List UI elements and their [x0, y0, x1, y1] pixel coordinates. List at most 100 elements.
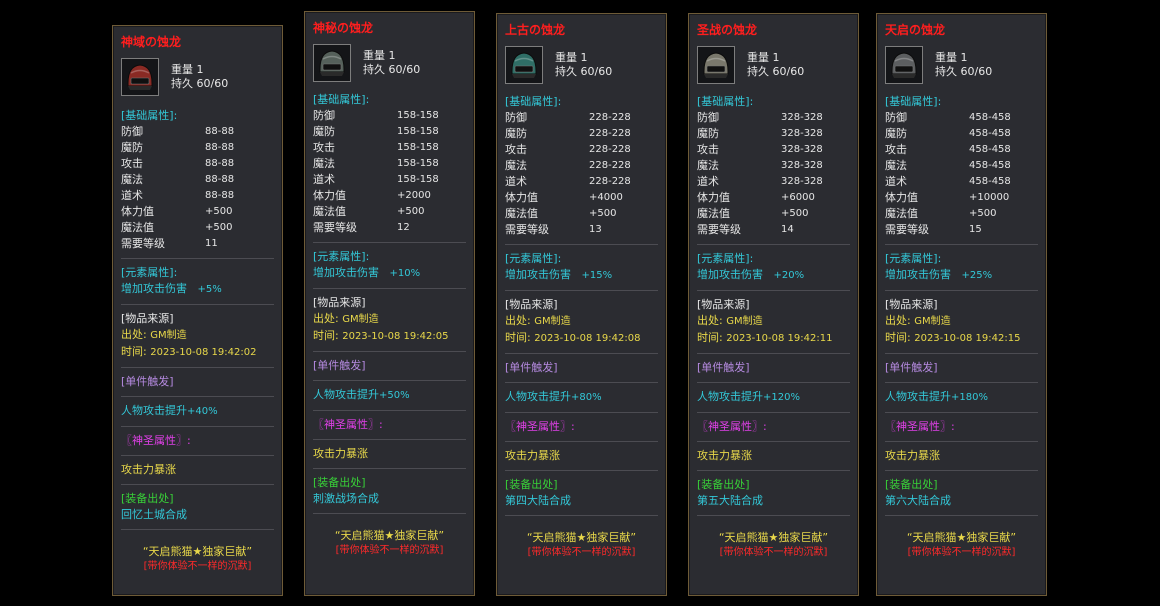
single-trigger-label: [单件触发]: [505, 361, 558, 374]
durability-label: 持久: [363, 63, 385, 76]
attack-boost-label: 人物攻击提升: [313, 388, 379, 401]
stat-value: 13: [589, 224, 602, 235]
element-attr-label: [元素属性]:: [313, 250, 370, 263]
attack-boost-label: 人物攻击提升: [121, 404, 187, 417]
stat-value: 228-228: [589, 160, 631, 171]
stat-value: 88-88: [205, 158, 235, 169]
element-effect: 增加攻击伤害: [121, 282, 187, 295]
element-attr-label: [元素属性]:: [885, 252, 942, 265]
stat-name: 道术: [885, 175, 907, 188]
source-attr-label: [物品来源]: [121, 312, 174, 325]
holy-attr-label: 〖神圣属性〗:: [505, 420, 575, 433]
stat-name: 道术: [505, 175, 527, 188]
item-name: 天启の蚀龙: [885, 23, 946, 37]
durability-label: 持久: [555, 65, 577, 78]
stat-value: 228-228: [589, 112, 631, 123]
stat-value: 88-88: [205, 174, 235, 185]
single-trigger-label: [单件触发]: [885, 361, 938, 374]
stat-value: 458-458: [969, 144, 1011, 155]
helmet-image: [314, 45, 350, 81]
attack-boost-value: +80%: [571, 392, 602, 403]
item-name: 上古の蚀龙: [505, 23, 566, 37]
attack-boost-label: 人物攻击提升: [505, 390, 571, 403]
element-attr-label: [元素属性]:: [697, 252, 754, 265]
stat-value: 228-228: [589, 128, 631, 139]
helmet-image: [698, 47, 734, 83]
weight-value: 1: [388, 49, 396, 62]
durability-value: 60/60: [772, 65, 805, 78]
holy-effect: 攻击力暴涨: [313, 447, 368, 460]
stat-value: +500: [781, 208, 809, 219]
attack-boost-value: +180%: [951, 392, 988, 403]
element-effect: 增加攻击伤害: [505, 268, 571, 281]
time-value: 2023-10-08 19:42:08: [534, 333, 641, 344]
stat-name: 体力值: [121, 205, 154, 218]
stat-name: 魔防: [121, 141, 143, 154]
helmet-icon[interactable]: [313, 44, 351, 82]
stat-name: 魔防: [885, 127, 907, 140]
stat-value: 158-158: [397, 126, 439, 137]
weight-label: 重量: [555, 51, 577, 64]
stat-value: 158-158: [397, 158, 439, 169]
stat-name: 防御: [697, 111, 719, 124]
time-value: 2023-10-08 19:42:15: [914, 333, 1021, 344]
time-label: 时间:: [313, 329, 339, 342]
time-label: 时间:: [121, 345, 147, 358]
single-trigger-label: [单件触发]: [697, 361, 750, 374]
durability-value: 60/60: [196, 77, 229, 90]
element-value: +25%: [961, 270, 993, 281]
weight-value: 1: [960, 51, 968, 64]
footer-tagline: [带你体验不一样的沉默]: [143, 561, 252, 572]
element-effect: 增加攻击伤害: [885, 268, 951, 281]
helmet-icon[interactable]: [697, 46, 735, 84]
origin-label: 出处:: [505, 314, 531, 327]
stat-name: 防御: [885, 111, 907, 124]
item-card-1: 神域の蚀龙 重量 1 持久 60/60 [基础属性]: 防御 88-88 魔防 88…: [112, 25, 283, 596]
stat-name: 魔法值: [121, 221, 154, 234]
origin-label: 出处:: [121, 328, 147, 341]
stat-value: 88-88: [205, 190, 235, 201]
item-card-3: 上古の蚀龙 重量 1 持久 60/60 [基础属性]: 防御 228-228 魔防…: [496, 13, 667, 596]
element-value: +5%: [197, 284, 222, 295]
stat-name: 体力值: [313, 189, 346, 202]
item-card-4: 圣战の蚀龙 重量 1 持久 60/60 [基础属性]: 防御 328-328 魔防…: [688, 13, 859, 596]
stat-name: 魔防: [313, 125, 335, 138]
stat-value: 228-228: [589, 176, 631, 187]
footer-tagline: [带你体验不一样的沉默]: [527, 547, 636, 558]
holy-attr-label: 〖神圣属性〗:: [697, 420, 767, 433]
durability-label: 持久: [747, 65, 769, 78]
durability-value: 60/60: [960, 65, 993, 78]
stat-value: 15: [969, 224, 982, 235]
helmet-image: [506, 47, 542, 83]
footer-slogan: “天启熊猫★独家巨献”: [334, 529, 445, 542]
helmet-icon[interactable]: [505, 46, 543, 84]
stat-name: 需要等级: [313, 221, 357, 234]
stat-name: 魔法值: [885, 207, 918, 220]
stat-name: 体力值: [697, 191, 730, 204]
holy-effect: 攻击力暴涨: [121, 463, 176, 476]
source-attr-label: [物品来源]: [697, 298, 750, 311]
stat-name: 道术: [697, 175, 719, 188]
base-attr-label: [基础属性]:: [313, 93, 370, 106]
base-attr-label: [基础属性]:: [505, 95, 562, 108]
attack-boost-value: +40%: [187, 406, 218, 417]
stat-name: 攻击: [505, 143, 527, 156]
stat-value: +500: [205, 222, 233, 233]
stat-value: 88-88: [205, 126, 235, 137]
helmet-icon[interactable]: [121, 58, 159, 96]
stat-value: 328-328: [781, 128, 823, 139]
stat-name: 道术: [313, 173, 335, 186]
attack-boost-value: +50%: [379, 390, 410, 401]
footer-slogan: “天启熊猫★独家巨献”: [906, 531, 1017, 544]
time-label: 时间:: [885, 331, 911, 344]
equip-origin: 第六大陆合成: [885, 494, 951, 507]
stat-value: 228-228: [589, 144, 631, 155]
stat-value: 328-328: [781, 112, 823, 123]
stat-name: 需要等级: [885, 223, 929, 236]
stat-value: 458-458: [969, 160, 1011, 171]
stat-name: 魔法: [885, 159, 907, 172]
helmet-icon[interactable]: [885, 46, 923, 84]
stat-name: 魔法值: [697, 207, 730, 220]
attack-boost-label: 人物攻击提升: [885, 390, 951, 403]
holy-effect: 攻击力暴涨: [697, 449, 752, 462]
